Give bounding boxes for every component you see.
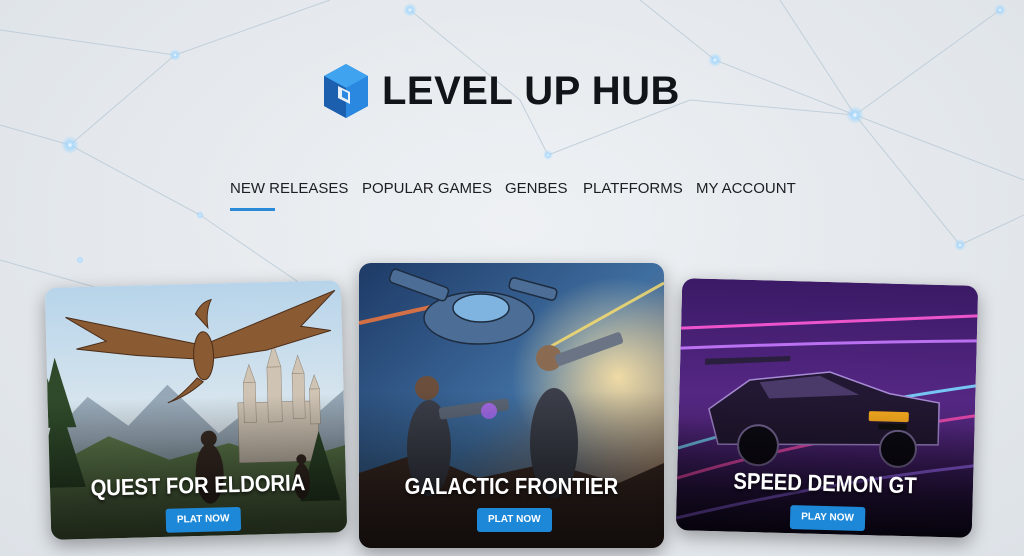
nav-popular-games[interactable]: POPULAR GAMES — [362, 180, 492, 198]
cube-logo-icon — [324, 64, 368, 118]
nav-new-releases[interactable]: NEW RELEASES — [230, 180, 348, 198]
play-now-button[interactable]: PLAT NOW — [165, 506, 241, 533]
game-title: GALACTIC FRONTIER — [404, 473, 619, 499]
game-card-speed-demon-gt[interactable]: SPEED DEMON GT PLAY NOW — [675, 278, 979, 538]
nav-my-account[interactable]: MY ACCOUNT — [696, 180, 796, 198]
game-card-quest-for-eldoria[interactable]: QUEST FOR ELDORIA PLAT NOW — [44, 280, 348, 540]
site-logo[interactable]: LEVEL UP HUB — [322, 62, 680, 120]
play-now-button[interactable]: PLAY NOW — [789, 505, 866, 532]
play-now-button[interactable]: PLAT NOW — [477, 508, 552, 532]
game-card-galactic-frontier[interactable]: GALACTIC FRONTIER PLAT NOW — [359, 263, 664, 548]
nav-platforms[interactable]: PLATFFORMS — [583, 180, 683, 198]
active-nav-indicator — [230, 208, 275, 211]
nav-genres[interactable]: GENBES — [505, 180, 568, 198]
site-title: LEVEL UP HUB — [382, 69, 680, 113]
